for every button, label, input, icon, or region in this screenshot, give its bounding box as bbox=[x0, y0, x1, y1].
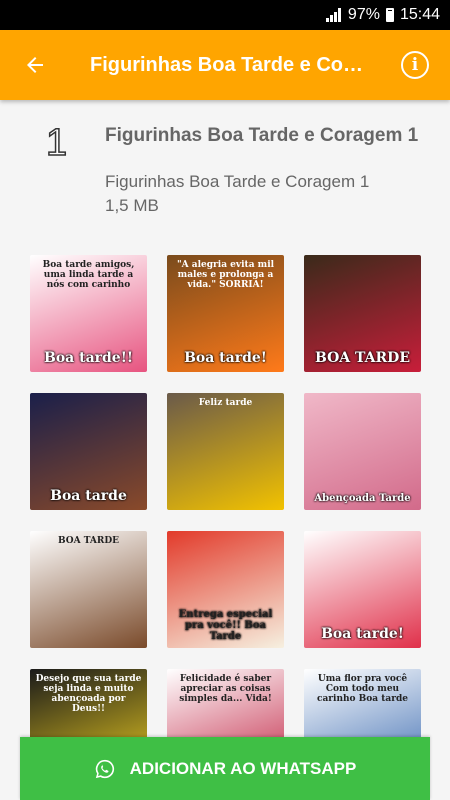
pack-size: 1,5 MB bbox=[105, 196, 159, 215]
app-bar: Figurinhas Boa Tarde e Coragem 1 i bbox=[0, 30, 450, 100]
sticker-caption: Abençoada Tarde bbox=[314, 493, 411, 504]
sticker-thumbnail[interactable]: BOA TARDE bbox=[30, 531, 147, 648]
pack-details: 1 Figurinhas Boa Tarde e Coragem 1 Figur… bbox=[0, 100, 450, 800]
sticker-grid: Boa tarde amigos, uma linda tarde a nós … bbox=[30, 255, 421, 786]
page-title: Figurinhas Boa Tarde e Coragem 1 bbox=[90, 53, 380, 76]
sticker-caption: Boa tarde bbox=[50, 488, 127, 504]
pack-name: Figurinhas Boa Tarde e Coragem 1 bbox=[105, 125, 419, 146]
sticker-thumbnail[interactable]: Abençoada Tarde bbox=[304, 393, 421, 510]
sticker-thumbnail[interactable]: Boa tarde! bbox=[304, 531, 421, 648]
pack-publisher: Figurinhas Boa Tarde e Coragem 1 bbox=[105, 172, 370, 191]
sticker-caption: BOA TARDE bbox=[315, 350, 410, 366]
sticker-thumbnail[interactable]: Entrega especial pra você!! Boa Tarde bbox=[167, 531, 284, 648]
info-icon: i bbox=[401, 51, 429, 79]
sticker-thumbnail[interactable]: Feliz tarde bbox=[167, 393, 284, 510]
sticker-thumbnail[interactable]: Boa tarde amigos, uma linda tarde a nós … bbox=[30, 255, 147, 372]
sticker-thumbnail[interactable]: Boa tarde bbox=[30, 393, 147, 510]
add-to-whatsapp-button[interactable]: ADICIONAR AO WHATSAPP bbox=[20, 737, 430, 800]
sticker-top-text: Felicidade é saber apreciar as coisas si… bbox=[179, 674, 272, 704]
sticker-thumbnail[interactable]: "A alegria evita mil males e prolonga a … bbox=[167, 255, 284, 372]
signal-icon bbox=[325, 8, 342, 22]
pack-number: 1 bbox=[45, 121, 68, 165]
battery-percent: 97% bbox=[347, 6, 380, 23]
sticker-top-text: "A alegria evita mil males e prolonga a … bbox=[176, 260, 275, 290]
info-button[interactable]: i bbox=[380, 30, 450, 100]
add-button-label: ADICIONAR AO WHATSAPP bbox=[129, 758, 357, 778]
sticker-thumbnail[interactable]: BOA TARDE bbox=[304, 255, 421, 372]
sticker-top-text: BOA TARDE bbox=[57, 536, 120, 546]
sticker-caption: Entrega especial pra você!! Boa Tarde bbox=[178, 609, 273, 642]
status-bar: 97% 15:44 bbox=[0, 0, 450, 30]
whatsapp-icon bbox=[95, 759, 114, 778]
sticker-caption: Boa tarde! bbox=[184, 350, 267, 366]
clock: 15:44 bbox=[399, 6, 440, 23]
sticker-top-text: Desejo que sua tarde seja linda e muito … bbox=[35, 674, 142, 714]
sticker-top-text: Feliz tarde bbox=[198, 398, 253, 408]
sticker-caption: Boa tarde! bbox=[321, 626, 404, 642]
sticker-caption: Boa tarde!! bbox=[43, 350, 134, 366]
battery-icon bbox=[385, 8, 394, 22]
sticker-top-text: Boa tarde amigos, uma linda tarde a nós … bbox=[42, 260, 135, 290]
arrow-left-icon bbox=[27, 57, 43, 73]
pack-info: Figurinhas Boa Tarde e Coragem 1 1,5 MB bbox=[105, 170, 369, 218]
sticker-top-text: Uma flor pra você Com todo meu carinho B… bbox=[316, 674, 409, 704]
back-button[interactable] bbox=[0, 30, 70, 100]
